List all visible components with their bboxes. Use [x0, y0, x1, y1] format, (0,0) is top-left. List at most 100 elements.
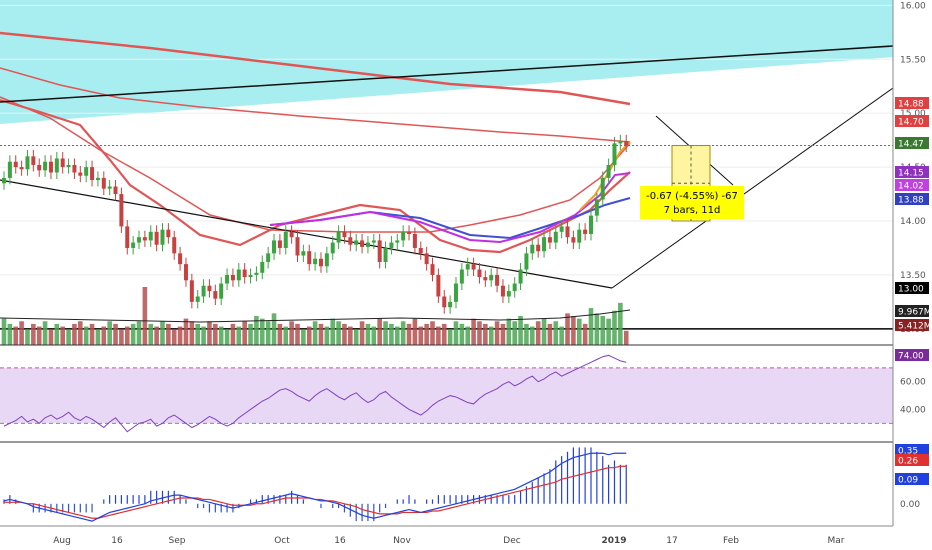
volume-bar — [488, 326, 494, 345]
candle-body — [242, 269, 247, 278]
volume-bar — [500, 323, 506, 345]
candle-body — [283, 231, 288, 248]
candle-body — [318, 258, 323, 267]
candle-body — [289, 231, 294, 238]
candle-body — [142, 237, 147, 241]
volume-bar — [535, 321, 541, 345]
candle-body — [330, 242, 335, 254]
x-tick-label: 2019 — [601, 536, 626, 546]
volume-bar — [365, 323, 371, 345]
volume-bar — [512, 321, 517, 345]
candle-body — [354, 240, 359, 245]
candle-body — [553, 231, 558, 243]
volume-bar — [259, 318, 265, 345]
candle-body — [189, 280, 194, 302]
volume-bar — [289, 321, 294, 345]
volume-bar — [224, 329, 230, 345]
volume-bar — [571, 316, 576, 345]
x-tick-label: Dec — [503, 536, 520, 546]
volume-bar — [66, 329, 71, 345]
macd-tick-label: 0.00 — [900, 500, 920, 510]
candle-body — [471, 264, 476, 270]
candle-body — [248, 274, 253, 278]
volume-bar — [524, 323, 529, 345]
volume-bar — [195, 323, 201, 345]
candle-body — [571, 237, 576, 243]
price-tag-text: 14.15 — [898, 169, 924, 179]
volume-bar — [353, 329, 359, 345]
price-tag-text: 14.02 — [898, 182, 924, 192]
candle-body — [336, 231, 341, 243]
volume-bar — [359, 321, 365, 345]
candle-body — [90, 167, 95, 181]
signal-tag-text: 0.26 — [898, 457, 918, 467]
candle-body — [589, 215, 593, 234]
volume-bar — [101, 326, 107, 345]
volume-bar — [236, 326, 242, 345]
candle-body — [506, 291, 511, 297]
candle-body — [500, 285, 505, 297]
candle-body — [43, 161, 48, 171]
measure-change-text: -0.67 (-4.55%) -67 — [646, 191, 738, 202]
price-tick-label: 13.50 — [900, 271, 926, 281]
candle-body — [7, 161, 12, 178]
candle-body — [48, 161, 53, 173]
volume-bar — [483, 323, 488, 345]
candle-body — [442, 296, 447, 308]
volume-bar — [54, 323, 60, 345]
volume-bar — [371, 326, 377, 345]
candle-body — [618, 141, 623, 144]
volume-bar — [1, 318, 7, 345]
volume-bar — [83, 326, 89, 345]
volume-bar — [78, 321, 83, 345]
candle-body — [301, 251, 306, 256]
candle-body — [172, 237, 177, 254]
x-tick-label: 17 — [666, 536, 677, 546]
x-tick-label: Sep — [169, 536, 186, 546]
volume-bar — [418, 326, 424, 345]
volume-bar — [471, 318, 476, 345]
candle-body — [348, 237, 353, 245]
volume-bar — [436, 326, 441, 345]
chart-canvas[interactable]: -0.67 (-4.55%) -67 7 bars, 11d 16.00 15.50… — [0, 0, 932, 550]
volume-bar — [336, 321, 341, 345]
x-tick-label: Feb — [723, 536, 739, 546]
rsi-band — [0, 367, 893, 424]
candle-body — [577, 229, 582, 243]
volume-tag-text: 5.412M — [898, 322, 932, 332]
volume-bar — [412, 318, 418, 345]
candle-body — [489, 274, 494, 281]
candle-body — [453, 283, 458, 302]
candle-body — [459, 269, 464, 284]
candle-body — [113, 186, 118, 195]
candle-body — [201, 285, 206, 297]
candle-body — [600, 177, 605, 200]
volume-bar — [406, 323, 412, 345]
candle-body — [295, 237, 300, 256]
volume-bar — [89, 323, 95, 345]
candle-body — [612, 143, 617, 165]
volume-bar — [25, 329, 30, 345]
volume-bar — [177, 326, 183, 345]
candle-body — [424, 253, 429, 265]
volume-bar — [506, 318, 512, 345]
candle-body — [518, 269, 523, 284]
candle-body — [260, 261, 265, 273]
candle-body — [2, 177, 6, 184]
candle-body — [54, 158, 59, 173]
candle-body — [60, 158, 65, 168]
candle-body — [131, 242, 136, 248]
volume-bar — [389, 323, 394, 345]
volume-bar — [48, 329, 54, 345]
candle-body — [154, 231, 159, 245]
volume-bar — [130, 323, 136, 345]
candle-body — [31, 156, 36, 165]
volume-bar — [171, 329, 177, 345]
x-tick-label: Nov — [393, 536, 411, 546]
volume-bar — [453, 321, 459, 345]
volume-bar — [430, 321, 435, 345]
candle-body — [360, 240, 365, 247]
candle-body — [207, 285, 212, 292]
candle-body — [272, 240, 277, 254]
candle-body — [324, 253, 329, 267]
